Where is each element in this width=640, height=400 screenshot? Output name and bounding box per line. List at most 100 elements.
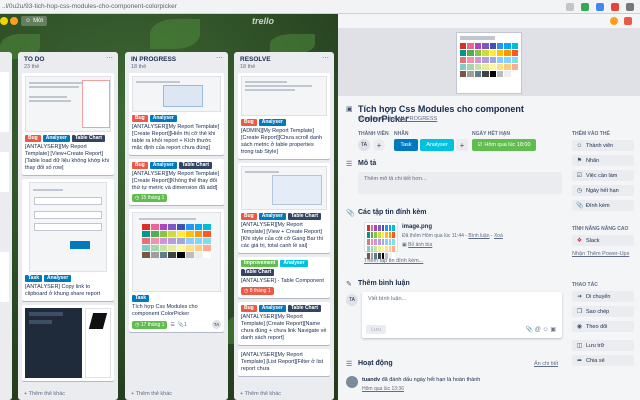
list-link[interactable]: IN PROGRESS	[399, 116, 437, 122]
color-swatch	[489, 71, 496, 77]
close-icon[interactable]	[624, 17, 632, 25]
list-title[interactable]: IN PROGRESS	[125, 52, 228, 63]
color-swatch	[496, 64, 504, 70]
color-swatch	[194, 231, 203, 237]
list-card[interactable]: Bug Analyser Table Chart [ANTALYSER][My …	[238, 163, 330, 253]
extension-icon[interactable]	[611, 2, 619, 11]
comment-link[interactable]: Bình luận	[468, 233, 489, 239]
modal-topbar	[338, 14, 640, 28]
attachment-name[interactable]: image.png	[402, 224, 432, 230]
delete-link[interactable]: Xoá	[494, 233, 503, 239]
color-swatch	[467, 57, 474, 63]
more-icon[interactable]: ⋯	[216, 54, 223, 62]
color-swatch	[496, 71, 504, 77]
color-swatch	[203, 245, 211, 251]
list-card[interactable]: Bug Analyser Table Chart [ANTALYSER][My …	[22, 73, 114, 175]
paperclip-icon: 📎	[346, 210, 355, 217]
color-swatch	[203, 238, 211, 244]
activity-time[interactable]: Hôm qua lúc 13:36	[362, 386, 404, 392]
more-icon[interactable]: ⋯	[322, 54, 329, 62]
add-card-button[interactable]: + Thêm thẻ khác	[131, 391, 172, 397]
color-swatch	[150, 245, 159, 251]
list-card[interactable]: Bug Analyser [ANTALYSER][My Report Templ…	[129, 73, 224, 155]
color-swatch	[377, 225, 381, 231]
list-title[interactable]: RESOLVE	[234, 52, 334, 63]
label-analyser[interactable]: Analyser	[420, 139, 454, 151]
list-title[interactable]: TO DO	[18, 52, 118, 63]
trello-logo[interactable]: trello	[252, 16, 274, 26]
menu-icon[interactable]	[626, 2, 634, 11]
list-card-active[interactable]: Task Tích hợp Css Modules cho component …	[129, 209, 224, 332]
add-attachment-link[interactable]: Thêm tập tin đính kèm...	[364, 258, 423, 264]
address-bar[interactable]: ..l/0u2u/93-tich-hop-css-modules-cho-com…	[0, 3, 460, 10]
color-swatch	[511, 57, 518, 63]
add-member-button[interactable]: +	[373, 139, 385, 151]
card-cover-image	[241, 76, 327, 116]
card-title: [ANTALYSER][My Report Template] [View+Cr…	[25, 144, 110, 171]
list-card[interactable]: Task Analyser [ANTALYSER] Copy link to c…	[22, 179, 114, 301]
sidebar-button-watch[interactable]: ◉ Theo dõi	[572, 321, 634, 332]
sidebar-button-due-date[interactable]: ◷ Ngày hết hạn	[572, 185, 634, 196]
card-label: Table Chart	[71, 135, 105, 142]
list-card[interactable]: Improvement Analyser Table Chart [ANTALY…	[238, 257, 330, 298]
add-card-button[interactable]: + Thêm thẻ khác	[24, 391, 65, 397]
card-cover-image	[29, 182, 107, 272]
more-powerups-link[interactable]: Nhận Thêm Power-Ups	[572, 250, 634, 258]
save-comment-button[interactable]: Lưu	[366, 325, 386, 334]
due-date-button[interactable]: ☑ Hôm qua lúc 18:00	[472, 139, 536, 151]
sidebar-button-slack[interactable]: ❖ Slack	[572, 235, 634, 246]
list-card[interactable]: Bug Analyser Table Chart [ANTALYSER][My …	[129, 159, 224, 205]
avatar[interactable]	[10, 17, 18, 25]
color-swatch	[142, 252, 150, 258]
remove-cover-link[interactable]: ▣ Bỏ ảnh bìa	[402, 242, 432, 248]
label-task[interactable]: Task	[394, 139, 418, 151]
notification-icon[interactable]	[610, 17, 618, 25]
members-heading: THÀNH VIÊN	[358, 131, 389, 137]
sidebar-button-labels[interactable]: ⚑ Nhãn	[572, 155, 634, 166]
extension-icon[interactable]	[596, 2, 604, 11]
color-swatch	[159, 231, 168, 237]
sidebar-button-move[interactable]: ➜ Di chuyển	[572, 291, 634, 302]
sidebar-button-checklist[interactable]: ☑ Việc cần làm	[572, 170, 634, 181]
card-thumbnail[interactable]	[0, 72, 9, 132]
attachment-thumbnail[interactable]	[364, 222, 398, 259]
color-swatch	[142, 224, 150, 230]
color-swatch	[203, 231, 211, 237]
attachment-icon: 📎1	[177, 321, 187, 328]
sidebar-button-copy[interactable]: ❐ Sao chép	[572, 306, 634, 317]
invite-button[interactable]: ☺ Mời	[21, 16, 48, 26]
color-swatch	[370, 246, 374, 252]
list-card[interactable]: Bug Analyser Table Chart [ANTALYSER][My …	[238, 302, 330, 345]
color-swatch	[511, 64, 518, 70]
checkbox-icon[interactable]: ☑	[477, 142, 482, 148]
card-thumbnail[interactable]	[0, 152, 9, 192]
bookmark-star-icon[interactable]	[566, 2, 574, 11]
sidebar-button-share[interactable]: ➦ Chia sẻ	[572, 355, 634, 366]
card-thumbnail[interactable]	[0, 252, 9, 302]
color-swatch	[467, 71, 474, 77]
description-field[interactable]: Thêm mô tả chi tiết hơn...	[358, 172, 562, 194]
list-count: 18 thẻ	[131, 64, 147, 70]
add-card-button[interactable]: + Thêm thẻ khác	[240, 391, 281, 397]
list-card[interactable]: [ANTALYSER][My Report Template] [List Re…	[238, 349, 330, 376]
member-avatar[interactable]: TA	[212, 320, 221, 329]
add-label-button[interactable]: +	[456, 139, 468, 151]
avatar[interactable]	[0, 17, 8, 25]
card-cover-image	[241, 166, 327, 210]
hide-details-link[interactable]: Ẩn chi tiết	[534, 361, 558, 367]
card-label: Analyser	[42, 135, 70, 142]
sidebar-button-attachment[interactable]: 📎 Đính kèm	[572, 200, 634, 211]
comment-input[interactable]: Viết bình luận... Lưu 📎 @ ☺ ▣	[362, 292, 562, 338]
member-avatar[interactable]: TA	[358, 139, 370, 151]
color-swatch	[504, 50, 511, 56]
list-card[interactable]	[22, 305, 114, 381]
comment-attach-icons[interactable]: 📎 @ ☺ ▣	[526, 326, 556, 333]
sidebar-button-members[interactable]: ☺ Thành viên	[572, 140, 634, 151]
card-label: Task	[25, 275, 43, 282]
card-cover[interactable]	[338, 28, 640, 96]
sidebar-button-archive[interactable]: ◫ Lưu trữ	[572, 340, 634, 351]
list-card[interactable]: Bug Analyser [ADMIN][My Report Template]…	[238, 73, 330, 159]
color-swatch	[159, 224, 168, 230]
more-icon[interactable]: ⋯	[106, 54, 113, 62]
extension-icon[interactable]	[581, 2, 589, 11]
